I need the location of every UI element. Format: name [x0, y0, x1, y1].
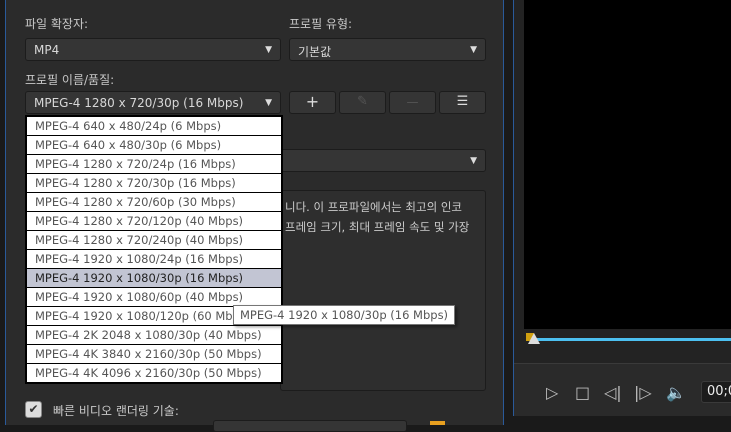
add-profile-button[interactable]: +: [289, 91, 336, 114]
remove-profile-button[interactable]: —: [389, 91, 436, 114]
preview-panel: ▷ □ ◁| |▷ 🔈 00;0: [513, 0, 731, 416]
pencil-icon: ✎: [357, 94, 368, 109]
dropdown-option[interactable]: MPEG-4 640 x 480/24p (6 Mbps): [27, 117, 281, 135]
gpu-indicator-icon: [430, 421, 445, 425]
profile-details-button[interactable]: ☰: [439, 91, 486, 114]
profile-type-select[interactable]: 기본값 ▼: [289, 38, 486, 61]
dropdown-option[interactable]: MPEG-4 1280 x 720/240p (40 Mbps): [27, 231, 281, 249]
dropdown-option[interactable]: MPEG-4 2K 2048 x 1080/30p (40 Mbps): [27, 326, 281, 344]
previous-frame-icon[interactable]: ◁|: [604, 383, 622, 402]
file-ext-select[interactable]: MP4 ▼: [25, 38, 281, 61]
chevron-down-icon: ▼: [470, 156, 477, 166]
timeline-slider[interactable]: [528, 338, 731, 341]
dropdown-option[interactable]: MPEG-4 1920 x 1080/24p (16 Mbps): [27, 250, 281, 268]
play-icon[interactable]: ▷: [546, 383, 558, 402]
dropdown-option[interactable]: MPEG-4 1280 x 720/120p (40 Mbps): [27, 212, 281, 230]
video-preview: [524, 0, 731, 329]
volume-icon[interactable]: 🔈: [666, 383, 686, 402]
dropdown-option[interactable]: MPEG-4 1280 x 720/30p (16 Mbps): [27, 174, 281, 192]
profile-name-value: MPEG-4 1280 x 720/30p (16 Mbps): [34, 96, 244, 110]
timecode-display[interactable]: 00;0: [701, 381, 731, 403]
playhead-handle[interactable]: [528, 333, 540, 344]
dropdown-option[interactable]: MPEG-4 1280 x 720/60p (30 Mbps): [27, 193, 281, 211]
fast-render-checkbox[interactable]: ✔: [25, 401, 42, 418]
playback-controls: ▷ □ ◁| |▷ 🔈 00;0: [514, 363, 731, 416]
description-line: 프레임 크기, 최대 프레임 속도 및 가장: [285, 220, 470, 234]
secondary-select[interactable]: ▼: [280, 149, 486, 172]
fast-render-label: 빠른 비디오 랜더링 기술:: [53, 404, 179, 418]
dropdown-option[interactable]: MPEG-4 4K 3840 x 2160/30p (50 Mbps): [27, 345, 281, 363]
profile-type-label: 프로필 유형:: [289, 17, 353, 31]
file-ext-label: 파일 확장자:: [25, 17, 89, 31]
dropdown-option[interactable]: MPEG-4 4K 4096 x 2160/30p (50 Mbps): [27, 364, 281, 382]
edit-profile-button[interactable]: ✎: [339, 91, 386, 114]
description-line: 니다. 이 프로파일에서는 최고의 인코: [285, 200, 462, 214]
next-frame-icon[interactable]: |▷: [634, 383, 652, 402]
dropdown-option[interactable]: MPEG-4 1280 x 720/24p (16 Mbps): [27, 155, 281, 173]
profile-name-select[interactable]: MPEG-4 1280 x 720/30p (16 Mbps) ▼: [25, 91, 281, 114]
dropdown-option[interactable]: MPEG-4 640 x 480/30p (6 Mbps): [27, 136, 281, 154]
chevron-down-icon: ▼: [265, 98, 272, 108]
minus-icon: —: [406, 95, 419, 109]
profile-type-value: 기본값: [298, 45, 332, 59]
dropdown-option[interactable]: MPEG-4 1920 x 1080/30p (16 Mbps): [27, 269, 281, 287]
plus-icon: +: [305, 92, 320, 111]
profile-name-label: 프로필 이름/품질:: [25, 73, 115, 87]
file-ext-value: MP4: [34, 43, 60, 57]
dropdown-option[interactable]: MPEG-4 1920 x 1080/60p (40 Mbps): [27, 288, 281, 306]
tooltip: MPEG-4 1920 x 1080/30p (16 Mbps): [233, 305, 456, 325]
render-option-select[interactable]: [213, 420, 407, 432]
chevron-down-icon: ▼: [470, 45, 477, 55]
list-icon: ☰: [456, 94, 469, 109]
profile-dropdown-list[interactable]: MPEG-4 640 x 480/24p (6 Mbps) MPEG-4 640 …: [25, 115, 283, 384]
stop-icon[interactable]: □: [575, 383, 590, 402]
profile-description: 니다. 이 프로파일에서는 최고의 인코 프레임 크기, 최대 프레임 속도 및…: [280, 190, 486, 391]
chevron-down-icon: ▼: [265, 45, 272, 55]
